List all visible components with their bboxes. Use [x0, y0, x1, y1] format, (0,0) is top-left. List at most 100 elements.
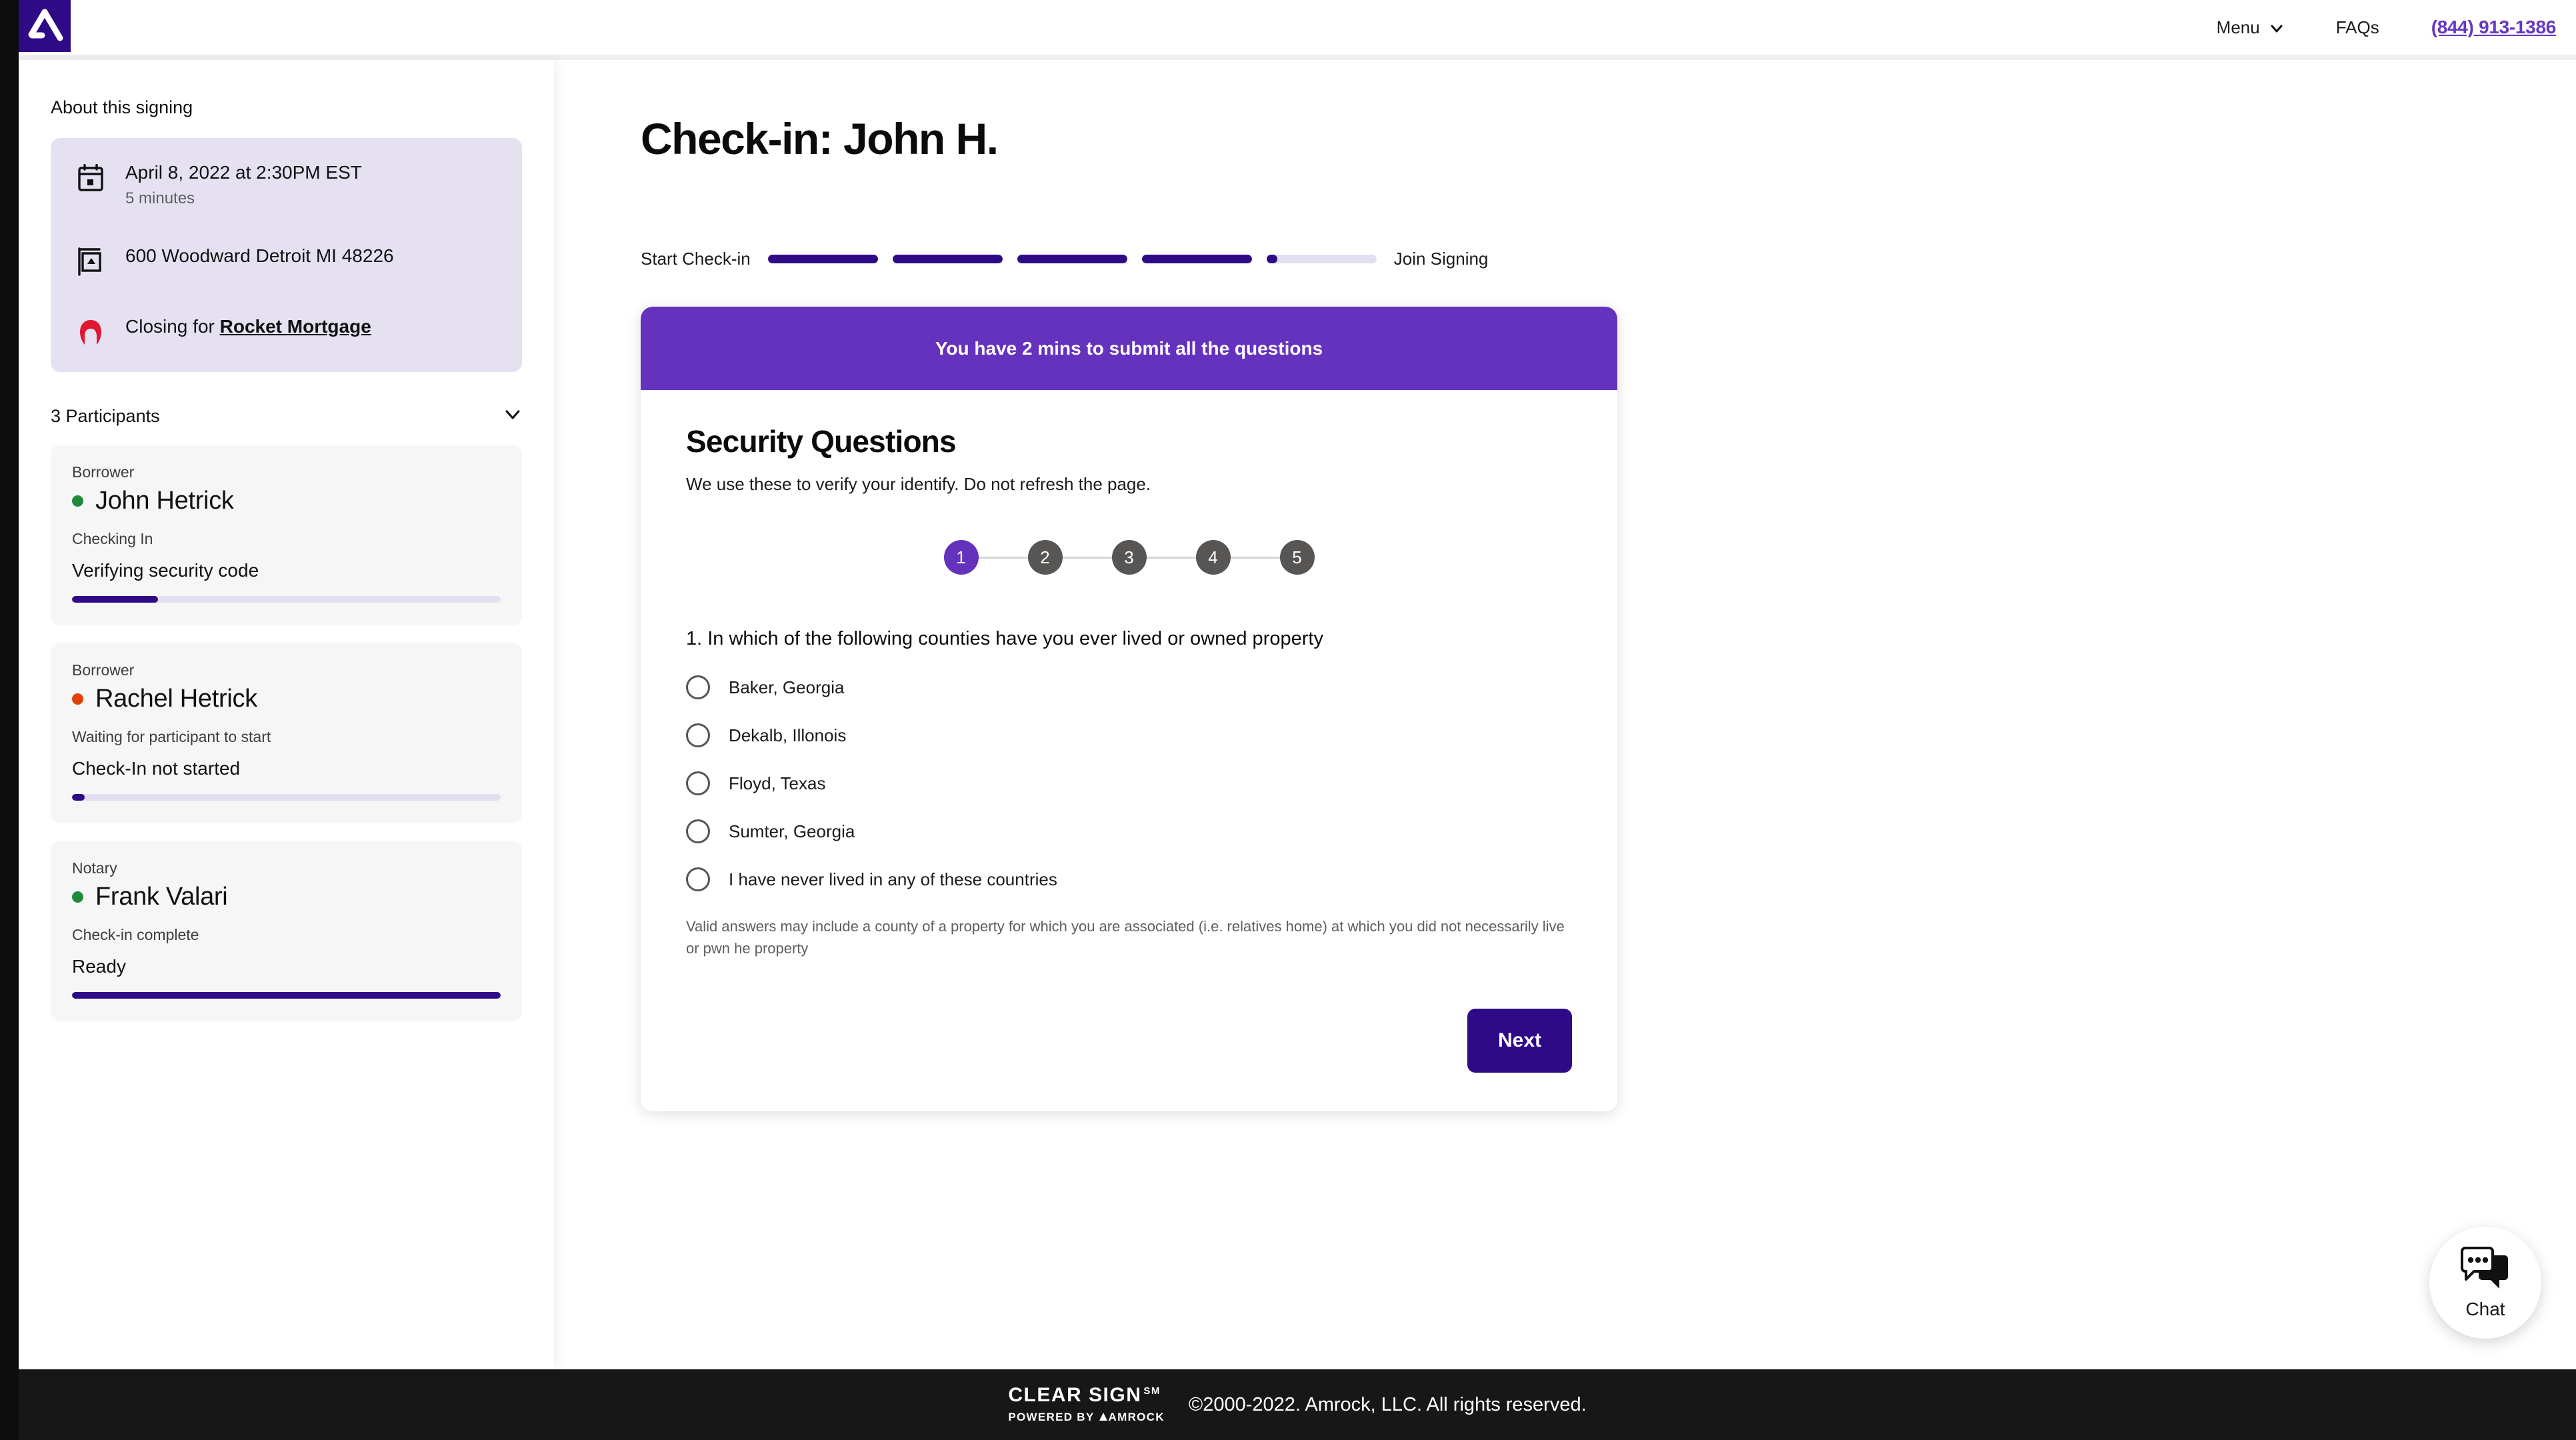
signing-date: April 8, 2022 at 2:30PM EST [125, 162, 362, 183]
question-step-3[interactable]: 3 [1111, 540, 1147, 575]
participant-status: Check-in complete [72, 926, 199, 943]
signing-address: 600 Woodward Detroit MI 48226 [125, 245, 394, 266]
signing-sidebar: About this signing April 8, 2022 at 2:30… [19, 60, 554, 1369]
amrock-logo-icon[interactable] [19, 0, 71, 52]
participant-name: Frank Valari [95, 883, 228, 911]
participant-status: Checking In [72, 530, 153, 547]
answer-option[interactable]: Baker, Georgia [686, 675, 1572, 699]
participant-status-dot [72, 693, 83, 705]
next-button[interactable]: Next [1467, 1009, 1572, 1073]
participant-progress-fill [72, 992, 501, 999]
participants-toggle[interactable]: 3 Participants [51, 405, 522, 427]
participant-state: Check-In not started [72, 758, 241, 779]
brand-amrock: AMROCK [1108, 1411, 1165, 1423]
answer-option[interactable]: Dekalb, Illonois [686, 723, 1572, 747]
brand-name: CLEAR SIGN [1008, 1384, 1142, 1406]
radio-button-icon[interactable] [686, 819, 710, 843]
chat-label: Chat [2465, 1298, 2505, 1319]
participant-state: Verifying security code [72, 560, 259, 581]
question-step-2[interactable]: 2 [1027, 540, 1063, 575]
question-step-5[interactable]: 5 [1279, 540, 1315, 575]
brand-service-mark: SM [1143, 1385, 1161, 1397]
chat-button[interactable]: Chat [2429, 1227, 2541, 1339]
participant-nameline: Rachel Hetrick [72, 685, 501, 713]
progress-segment [767, 255, 878, 263]
question-number: 1. [686, 628, 703, 649]
signing-address-row: 600 Woodward Detroit MI 48226 [73, 244, 499, 279]
participant-state: Ready [72, 956, 126, 977]
signing-date-row: April 8, 2022 at 2:30PM EST 5 minutes [73, 161, 499, 208]
signing-duration: 5 minutes [125, 189, 195, 207]
app-header: Menu FAQs (844) 913-1386 [19, 0, 2576, 55]
app-footer: CLEAR SIGN SM POWERED BY AMROCK ©2000-20… [19, 1369, 2576, 1440]
answer-option[interactable]: Floyd, Texas [686, 771, 1572, 795]
participant-card[interactable]: Borrower Rachel Hetrick Waiting for partic… [51, 643, 522, 823]
step-connector [1230, 556, 1280, 559]
timer-banner: You have 2 mins to submit all the questi… [641, 307, 1617, 390]
menu-label: Menu [2216, 17, 2260, 37]
clear-sign-brandmark: CLEAR SIGN SM POWERED BY AMROCK [1008, 1385, 1164, 1424]
answer-option[interactable]: I have never lived in any of these count… [686, 867, 1572, 891]
radio-button-icon[interactable] [686, 723, 710, 747]
progress-segment-fill [767, 255, 878, 263]
radio-button-icon[interactable] [686, 771, 710, 795]
answer-option-label: Floyd, Texas [729, 773, 826, 793]
participant-progress-track [72, 992, 501, 999]
question-step-4[interactable]: 4 [1195, 540, 1231, 575]
participant-name: John Hetrick [95, 487, 234, 515]
security-questions-subheading: We use these to verify your identify. Do… [686, 474, 1151, 494]
participant-status-dot [72, 891, 83, 903]
radio-button-icon[interactable] [686, 867, 710, 891]
question-step-1[interactable]: 1 [943, 540, 979, 575]
participant-status-dot [72, 495, 83, 507]
brand-powered-by: POWERED BY [1008, 1411, 1095, 1423]
menu-button[interactable]: Menu [2217, 17, 2284, 38]
amrock-wordmark-icon [1099, 1411, 1108, 1424]
chevron-down-icon [503, 405, 522, 427]
participant-status: Waiting for participant to start [72, 728, 271, 745]
card-actions: Next [686, 1009, 1572, 1073]
main-content: Check-in: John H. Start Check-in Join Si… [554, 60, 2576, 1369]
participant-role: Notary [72, 859, 117, 877]
progress-segment [1017, 255, 1127, 263]
faqs-label: FAQs [2335, 17, 2379, 37]
question-body: In which of the following counties have … [707, 628, 1323, 649]
progress-segment-fill [1017, 255, 1127, 263]
about-signing-title: About this signing [51, 97, 193, 117]
header-nav: Menu FAQs (844) 913-1386 [2217, 0, 2557, 55]
security-questions-card: You have 2 mins to submit all the questi… [641, 307, 1617, 1111]
question-step-dots: 1 2 3 4 5 [686, 540, 1572, 575]
step-connector [978, 556, 1028, 559]
participant-nameline: Frank Valari [72, 883, 501, 911]
participant-card[interactable]: Borrower John Hetrick Checking In Verifying… [51, 445, 522, 625]
property-sign-icon [73, 244, 108, 279]
header-separator [19, 55, 2576, 60]
lender-link[interactable]: Rocket Mortgage [220, 316, 371, 337]
radio-button-icon[interactable] [686, 675, 710, 699]
participant-card[interactable]: Notary Frank Valari Check-in complete Ready [51, 841, 522, 1021]
participants-title: 3 Participants [51, 406, 160, 426]
participant-nameline: John Hetrick [72, 487, 501, 515]
answer-option[interactable]: Sumter, Georgia [686, 819, 1572, 843]
participant-role: Borrower [72, 463, 135, 481]
answer-option-label: Sumter, Georgia [729, 821, 855, 841]
chevron-down-icon [2269, 20, 2284, 35]
answer-option-label: Baker, Georgia [729, 677, 845, 697]
participant-progress-track [72, 794, 501, 801]
progress-segment [1266, 255, 1377, 263]
participant-progress-fill [72, 596, 158, 603]
checkin-progress-bar: Start Check-in Join Signing [641, 249, 1488, 269]
security-questions-heading: Security Questions [686, 424, 957, 459]
answer-fineprint: Valid answers may include a county of a … [686, 918, 1565, 957]
progress-segment-fill [1141, 255, 1252, 263]
participant-progress-track [72, 596, 501, 603]
copyright-text: ©2000-2022. Amrock, LLC. All rights rese… [1188, 1393, 1587, 1415]
faqs-link[interactable]: FAQs [2336, 17, 2379, 38]
security-questions-body: Security Questions We use these to verif… [641, 390, 1617, 1111]
calendar-icon [73, 161, 108, 195]
phone-link[interactable]: (844) 913-1386 [2431, 17, 2557, 38]
window-left-edge [0, 0, 19, 1440]
progress-segment [892, 255, 1003, 263]
participant-list: Borrower John Hetrick Checking In Verifying… [51, 445, 522, 1021]
closing-prefix: Closing for [125, 316, 220, 337]
